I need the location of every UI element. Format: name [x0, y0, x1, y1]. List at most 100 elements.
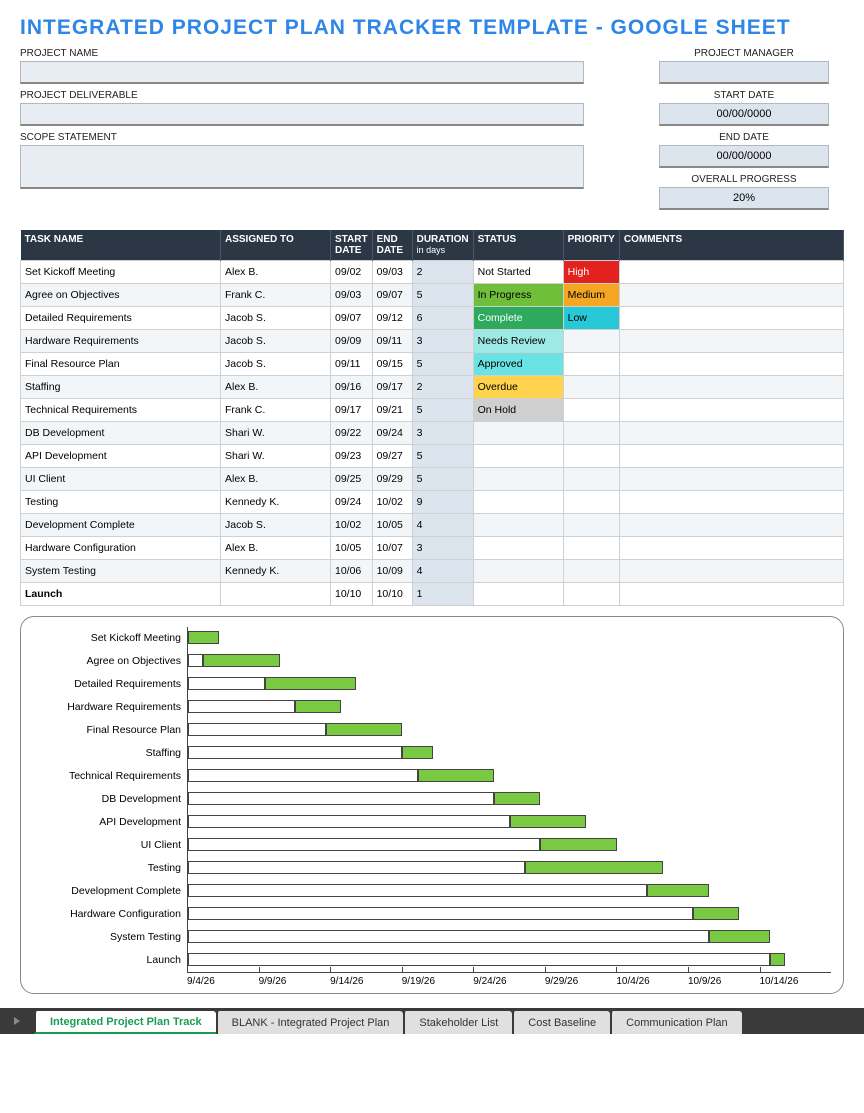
cell-end[interactable]: 09/27	[372, 445, 412, 468]
cell-task[interactable]: UI Client	[21, 468, 221, 491]
cell-comments[interactable]	[619, 514, 843, 537]
sheet-tab[interactable]: Stakeholder List	[403, 1011, 512, 1034]
cell-priority[interactable]	[563, 376, 619, 399]
cell-status[interactable]	[473, 560, 563, 583]
table-row[interactable]: Detailed RequirementsJacob S.09/0709/126…	[21, 307, 844, 330]
cell-comments[interactable]	[619, 445, 843, 468]
cell-end[interactable]: 10/05	[372, 514, 412, 537]
project-deliverable-input[interactable]	[20, 103, 584, 126]
cell-start[interactable]: 09/23	[331, 445, 373, 468]
table-row[interactable]: API DevelopmentShari W.09/2309/275	[21, 445, 844, 468]
cell-status[interactable]	[473, 491, 563, 514]
cell-duration[interactable]: 3	[412, 537, 473, 560]
cell-priority[interactable]	[563, 560, 619, 583]
cell-start[interactable]: 10/10	[331, 583, 373, 606]
cell-task[interactable]: Technical Requirements	[21, 399, 221, 422]
cell-comments[interactable]	[619, 307, 843, 330]
cell-status[interactable]: On Hold	[473, 399, 563, 422]
cell-start[interactable]: 09/22	[331, 422, 373, 445]
cell-assigned[interactable]: Jacob S.	[221, 353, 331, 376]
cell-assigned[interactable]: Frank C.	[221, 284, 331, 307]
cell-priority[interactable]	[563, 445, 619, 468]
cell-assigned[interactable]: Shari W.	[221, 422, 331, 445]
cell-end[interactable]: 10/07	[372, 537, 412, 560]
table-row[interactable]: StaffingAlex B.09/1609/172Overdue	[21, 376, 844, 399]
cell-start[interactable]: 09/25	[331, 468, 373, 491]
cell-end[interactable]: 09/15	[372, 353, 412, 376]
cell-duration[interactable]: 5	[412, 353, 473, 376]
cell-task[interactable]: Hardware Configuration	[21, 537, 221, 560]
cell-priority[interactable]	[563, 422, 619, 445]
sheet-tab[interactable]: Integrated Project Plan Track	[34, 1011, 216, 1034]
cell-assigned[interactable]: Alex B.	[221, 376, 331, 399]
cell-task[interactable]: System Testing	[21, 560, 221, 583]
cell-end[interactable]: 09/07	[372, 284, 412, 307]
cell-end[interactable]: 09/17	[372, 376, 412, 399]
cell-comments[interactable]	[619, 583, 843, 606]
cell-assigned[interactable]: Kennedy K.	[221, 560, 331, 583]
cell-duration[interactable]: 5	[412, 468, 473, 491]
cell-duration[interactable]: 5	[412, 284, 473, 307]
cell-assigned[interactable]: Alex B.	[221, 537, 331, 560]
cell-status[interactable]	[473, 445, 563, 468]
cell-assigned[interactable]: Shari W.	[221, 445, 331, 468]
cell-assigned[interactable]: Jacob S.	[221, 307, 331, 330]
cell-comments[interactable]	[619, 353, 843, 376]
cell-end[interactable]: 09/29	[372, 468, 412, 491]
cell-priority[interactable]	[563, 514, 619, 537]
cell-duration[interactable]: 5	[412, 399, 473, 422]
cell-comments[interactable]	[619, 537, 843, 560]
cell-status[interactable]: Not Started	[473, 261, 563, 284]
cell-end[interactable]: 10/09	[372, 560, 412, 583]
cell-assigned[interactable]: Kennedy K.	[221, 491, 331, 514]
table-row[interactable]: Development CompleteJacob S.10/0210/054	[21, 514, 844, 537]
sheet-tab[interactable]: Cost Baseline	[512, 1011, 610, 1034]
cell-comments[interactable]	[619, 284, 843, 307]
cell-status[interactable]	[473, 468, 563, 491]
cell-end[interactable]: 09/11	[372, 330, 412, 353]
cell-status[interactable]	[473, 583, 563, 606]
cell-duration[interactable]: 1	[412, 583, 473, 606]
cell-assigned[interactable]	[221, 583, 331, 606]
cell-status[interactable]: Approved	[473, 353, 563, 376]
cell-comments[interactable]	[619, 560, 843, 583]
project-name-input[interactable]	[20, 61, 584, 84]
cell-assigned[interactable]: Jacob S.	[221, 514, 331, 537]
cell-duration[interactable]: 2	[412, 376, 473, 399]
table-row[interactable]: Agree on ObjectivesFrank C.09/0309/075In…	[21, 284, 844, 307]
table-row[interactable]: TestingKennedy K.09/2410/029	[21, 491, 844, 514]
cell-comments[interactable]	[619, 330, 843, 353]
table-row[interactable]: System TestingKennedy K.10/0610/094	[21, 560, 844, 583]
project-manager-input[interactable]	[659, 61, 829, 84]
cell-start[interactable]: 09/11	[331, 353, 373, 376]
cell-start[interactable]: 09/07	[331, 307, 373, 330]
cell-task[interactable]: API Development	[21, 445, 221, 468]
cell-comments[interactable]	[619, 491, 843, 514]
table-row[interactable]: Launch10/1010/101	[21, 583, 844, 606]
cell-task[interactable]: Agree on Objectives	[21, 284, 221, 307]
cell-end[interactable]: 09/24	[372, 422, 412, 445]
cell-status[interactable]: Complete	[473, 307, 563, 330]
cell-priority[interactable]: High	[563, 261, 619, 284]
cell-comments[interactable]	[619, 422, 843, 445]
cell-comments[interactable]	[619, 261, 843, 284]
cell-status[interactable]	[473, 514, 563, 537]
cell-start[interactable]: 09/02	[331, 261, 373, 284]
cell-task[interactable]: DB Development	[21, 422, 221, 445]
cell-start[interactable]: 09/09	[331, 330, 373, 353]
cell-end[interactable]: 10/10	[372, 583, 412, 606]
cell-duration[interactable]: 3	[412, 422, 473, 445]
cell-start[interactable]: 09/17	[331, 399, 373, 422]
cell-start[interactable]: 09/03	[331, 284, 373, 307]
cell-start[interactable]: 10/02	[331, 514, 373, 537]
cell-priority[interactable]	[563, 330, 619, 353]
scope-statement-input[interactable]	[20, 145, 584, 189]
cell-start[interactable]: 10/05	[331, 537, 373, 560]
cell-duration[interactable]: 4	[412, 514, 473, 537]
all-sheets-button[interactable]	[0, 1008, 34, 1034]
cell-task[interactable]: Set Kickoff Meeting	[21, 261, 221, 284]
table-row[interactable]: Hardware ConfigurationAlex B.10/0510/073	[21, 537, 844, 560]
cell-priority[interactable]	[563, 353, 619, 376]
end-date-input[interactable]: 00/00/0000	[659, 145, 829, 168]
cell-duration[interactable]: 4	[412, 560, 473, 583]
